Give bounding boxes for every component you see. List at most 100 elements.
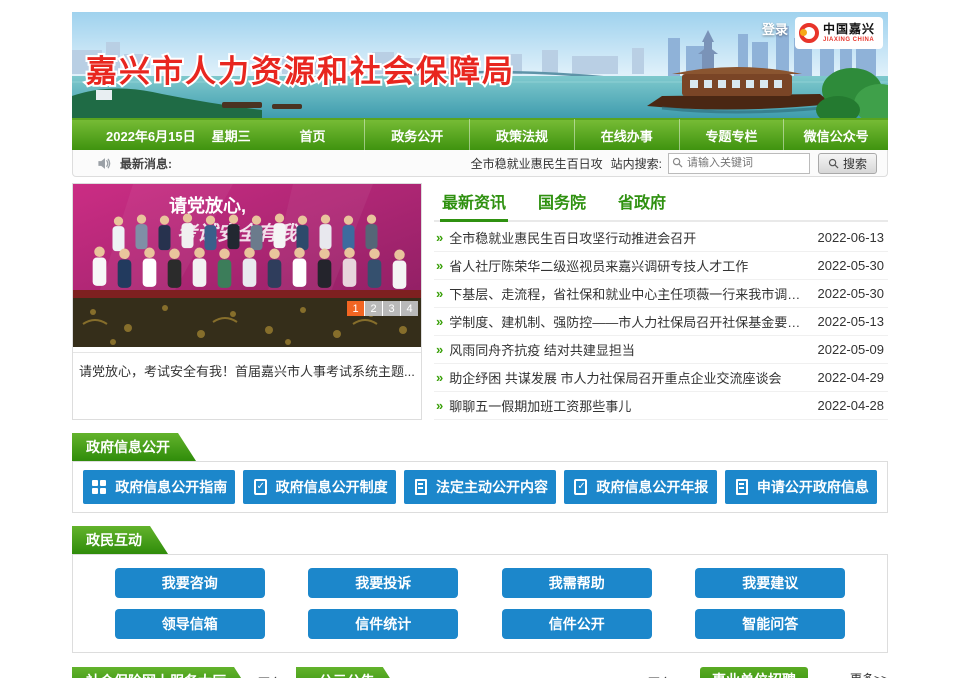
nav-menu-item[interactable]: 首页 (261, 119, 365, 152)
news-list-item[interactable]: » 全市稳就业惠民生百日攻坚行动推进会召开 2022-06-13 (434, 224, 888, 252)
nav-menu-item[interactable]: 专题专栏 (679, 119, 784, 152)
speaker-icon (97, 156, 112, 171)
interaction-button[interactable]: 我要咨询 (115, 568, 265, 598)
gov-info-button-icon (252, 479, 269, 495)
interaction-button[interactable]: 信件公开 (502, 609, 652, 639)
interaction-button[interactable]: 智能问答 (695, 609, 845, 639)
news-tab[interactable]: 最新资讯 (440, 183, 508, 220)
gov-info-button-label: 政府信息公开指南 (115, 477, 227, 497)
news-list-item[interactable]: » 风雨同舟齐抗疫 结对共建显担当 2022-05-09 (434, 336, 888, 364)
logo-title: 中国嘉兴 (823, 23, 875, 35)
recruitment-panel-title[interactable]: 事业单位招聘 (700, 667, 808, 678)
gov-info-button[interactable]: 政府信息公开制度 (243, 470, 395, 504)
news-item-date: 2022-05-09 (818, 342, 885, 357)
gov-info-button-icon (91, 479, 108, 495)
news-list-item[interactable]: » 聊聊五一假期加班工资那些事儿 2022-04-28 (434, 392, 888, 420)
gov-info-button-icon (733, 479, 750, 495)
nav-menu-item[interactable]: 政策法规 (469, 119, 574, 152)
gov-info-button-label: 申请公开政府信息 (757, 477, 869, 497)
gov-info-button-label: 政府信息公开年报 (596, 477, 708, 497)
news-item-date: 2022-05-30 (818, 286, 885, 301)
ticker-message-link[interactable]: 全市稳就业惠民生百日攻 (471, 155, 603, 172)
news-item-title: 下基层、走流程，省社保和就业中心主任项薇一行来我市调研“国统”上线情况 (449, 284, 807, 303)
gov-info-section-title: 政府信息公开 (72, 433, 196, 461)
carousel-caption[interactable]: 请党放心，考试安全有我！首届嘉兴市人事考试系统主题... (73, 352, 421, 388)
news-item-title: 聊聊五一假期加班工资那些事儿 (449, 396, 807, 415)
interaction-button[interactable]: 信件统计 (308, 609, 458, 639)
page: 嘉兴市人力资源和社会保障局 登录 中国嘉兴 JIAXING CHINA 2022… (0, 0, 960, 678)
nav-menu-item[interactable]: 在线办事 (574, 119, 679, 152)
double-arrow-icon: » (436, 286, 443, 301)
notice-panel: 公示公告 更多>> » 关于设立嘉善技工学校的公示 2022-05-18 » 关… (296, 667, 686, 678)
news-tab[interactable]: 省政府 (616, 183, 668, 220)
gov-info-button[interactable]: 法定主动公开内容 (404, 470, 556, 504)
news-list-item[interactable]: » 助企纾困 共谋发展 市人力社保局召开重点企业交流座谈会 2022-04-29 (434, 364, 888, 392)
carousel-slide: 请党放心, 考试安全有我 (73, 184, 421, 352)
social-insurance-panel: 社会保险网上服务大厅 更多 个人(单位)社保证明打印 办事指南 (72, 667, 282, 678)
news-list-item[interactable]: » 省人社厅陈荣华二级巡视员来嘉兴调研专技人才工作 2022-05-30 (434, 252, 888, 280)
nav-menu: 首页 政务公开 政策法规 在线办事 专题专栏 微信公众号 (261, 119, 888, 152)
interaction-button[interactable]: 领导信箱 (115, 609, 265, 639)
carousel-page-button[interactable]: 1 (347, 301, 364, 316)
news-list: » 全市稳就业惠民生百日攻坚行动推进会召开 2022-06-13 » 省人社厅陈… (434, 224, 888, 420)
nav-date: 2022年6月15日 星期三 (72, 126, 261, 145)
news-tab[interactable]: 国务院 (536, 183, 588, 220)
carousel-page-button[interactable]: 4 (400, 301, 418, 316)
carousel-page-button[interactable]: 2 (364, 301, 382, 316)
logo-subtitle: JIAXING CHINA (823, 37, 875, 43)
main-row: 请党放心, 考试安全有我 (72, 183, 888, 420)
double-arrow-icon: » (436, 258, 443, 273)
nav-menu-item[interactable]: 微信公众号 (783, 119, 888, 152)
news-item-title: 学制度、建机制、强防控——市人力社保局召开社保基金要情专题学习会 (449, 312, 807, 331)
interaction-button[interactable]: 我要建议 (695, 568, 845, 598)
recruitment-more-link[interactable]: 更多>> (850, 670, 888, 678)
social-insurance-panel-title: 社会保险网上服务大厅 (72, 667, 252, 678)
gov-info-button-icon (412, 479, 429, 495)
main-container: 嘉兴市人力资源和社会保障局 登录 中国嘉兴 JIAXING CHINA 2022… (72, 0, 888, 678)
social-insurance-more-link[interactable]: 更多 (258, 674, 282, 678)
ticker-label: 最新消息: (120, 155, 172, 172)
news-item-date: 2022-05-13 (818, 314, 885, 329)
recruitment-panel: 事业单位招聘 更多>> 嘉兴市妇幼保健院2022年公开... 2022年嘉兴市属… (700, 667, 888, 678)
main-navbar: 2022年6月15日 星期三 首页 政务公开 政策法规 在线办事 专题专栏 微信… (72, 118, 888, 150)
current-date: 2022年6月15日 (106, 126, 196, 145)
double-arrow-icon: » (436, 230, 443, 245)
interaction-button[interactable]: 我要投诉 (308, 568, 458, 598)
double-arrow-icon: » (436, 370, 443, 385)
news-tabs: 最新资讯 国务院 省政府 (434, 183, 888, 222)
slide-title-line1: 请党放心, (169, 195, 246, 216)
jiaxing-logo[interactable]: 中国嘉兴 JIAXING CHINA (795, 17, 883, 49)
site-search-label: 站内搜索: (611, 155, 662, 172)
double-arrow-icon: » (436, 398, 443, 413)
interaction-buttons: 我要咨询 我要投诉 我需帮助 我要建议 领导信箱 信件统计 信件公开 智能问答 (72, 554, 888, 653)
notice-panel-title: 公示公告 (296, 667, 401, 678)
interaction-section: 政民互动 我要咨询 我要投诉 我需帮助 我要建议 领导信箱 信件统计 信件公开 … (72, 526, 888, 653)
gov-info-button[interactable]: 申请公开政府信息 (725, 470, 877, 504)
current-weekday: 星期三 (212, 126, 251, 145)
login-link[interactable]: 登录 (762, 19, 788, 38)
gov-info-buttons: 政府信息公开指南 政府信息公开制度 法定主动公开内容 政府信息公开年报 (72, 461, 888, 513)
search-button-icon (828, 158, 839, 169)
gov-info-section: 政府信息公开 政府信息公开指南 政府信息公开制度 法定主动公开内容 (72, 433, 888, 513)
news-item-title: 全市稳就业惠民生百日攻坚行动推进会召开 (449, 228, 807, 247)
news-list-item[interactable]: » 学制度、建机制、强防控——市人力社保局召开社保基金要情专题学习会 2022-… (434, 308, 888, 336)
gov-info-button-icon (572, 479, 589, 495)
bottom-row: 社会保险网上服务大厅 更多 个人(单位)社保证明打印 办事指南 公示公告 更多>… (72, 667, 888, 678)
photo-carousel[interactable]: 请党放心, 考试安全有我 (72, 183, 422, 420)
news-panel: 最新资讯 国务院 省政府 » 全市稳就业惠民生百日攻坚行动推进会召开 2022-… (434, 183, 888, 420)
gov-info-button[interactable]: 政府信息公开指南 (83, 470, 235, 504)
gov-info-button[interactable]: 政府信息公开年报 (564, 470, 716, 504)
jiaxing-emblem-icon (799, 23, 819, 43)
search-input[interactable] (668, 153, 810, 174)
double-arrow-icon: » (436, 314, 443, 329)
search-icon (672, 157, 683, 168)
double-arrow-icon: » (436, 342, 443, 357)
news-item-date: 2022-04-28 (818, 398, 885, 413)
news-list-item[interactable]: » 下基层、走流程，省社保和就业中心主任项薇一行来我市调研“国统”上线情况 20… (434, 280, 888, 308)
gov-info-button-label: 政府信息公开制度 (276, 477, 388, 497)
interaction-button[interactable]: 我需帮助 (502, 568, 652, 598)
nav-menu-item[interactable]: 政务公开 (364, 119, 469, 152)
search-button[interactable]: 搜索 (818, 153, 877, 174)
notice-more-link[interactable]: 更多>> (648, 674, 686, 678)
carousel-page-button[interactable]: 3 (382, 301, 400, 316)
